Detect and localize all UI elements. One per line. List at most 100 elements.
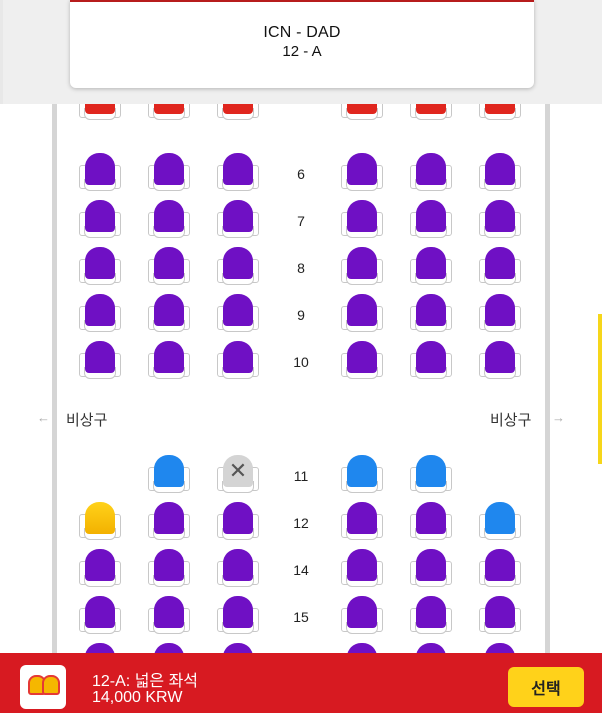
exit-label-right: 비상구 (490, 412, 532, 429)
seat-14a[interactable] (79, 549, 121, 587)
seat-7a[interactable] (79, 200, 121, 238)
seat-back (485, 341, 515, 373)
seat-11d[interactable] (341, 455, 383, 493)
seat-7e[interactable] (410, 200, 452, 238)
seat-10b[interactable] (148, 341, 190, 379)
seat-5c[interactable] (217, 104, 259, 120)
seat-14e[interactable] (410, 549, 452, 587)
seat-12f[interactable] (479, 502, 521, 540)
seat-8b[interactable] (148, 247, 190, 285)
seat-back (416, 294, 446, 326)
seat-8f[interactable] (479, 247, 521, 285)
seat-back (347, 247, 377, 279)
seat-6d[interactable] (341, 153, 383, 191)
seat-back (85, 104, 115, 114)
seat-7c[interactable] (217, 200, 259, 238)
row-number-6: 6 (297, 166, 305, 182)
seat-back (347, 200, 377, 232)
seat-15e[interactable] (410, 596, 452, 634)
seat-9a[interactable] (79, 294, 121, 332)
seat-back (85, 200, 115, 232)
close-icon: ✕ (228, 458, 248, 483)
seat-7f[interactable] (479, 200, 521, 238)
seat-5f[interactable] (479, 104, 521, 120)
seat-back (416, 502, 446, 534)
seat-10f[interactable] (479, 341, 521, 379)
seat-8c[interactable] (217, 247, 259, 285)
seat-back (347, 341, 377, 373)
seat-10c[interactable] (217, 341, 259, 379)
seat-map[interactable]: A B C D E F ← 비상구 비상구 → 67891011✕121415 (0, 104, 602, 656)
seat-back (347, 502, 377, 534)
seat-back (485, 502, 515, 534)
seat-8d[interactable] (341, 247, 383, 285)
seat-9d[interactable] (341, 294, 383, 332)
seat-5a[interactable] (79, 104, 121, 120)
scroll-indicator (598, 314, 602, 464)
seat-9f[interactable] (479, 294, 521, 332)
seat-back (223, 153, 253, 185)
seat-6e[interactable] (410, 153, 452, 191)
seat-back (416, 455, 446, 487)
seat-back (347, 294, 377, 326)
seat-15a[interactable] (79, 596, 121, 634)
seat-back (416, 104, 446, 114)
seat-back (154, 153, 184, 185)
seat-14f[interactable] (479, 549, 521, 587)
seat-12e[interactable] (410, 502, 452, 540)
seat-back (154, 294, 184, 326)
row-number-12: 12 (293, 515, 309, 531)
seat-8a[interactable] (79, 247, 121, 285)
select-button[interactable]: 선택 (508, 667, 584, 707)
seat-12d[interactable] (341, 502, 383, 540)
seat-7b[interactable] (148, 200, 190, 238)
seat-9e[interactable] (410, 294, 452, 332)
seat-back (85, 247, 115, 279)
seat-9b[interactable] (148, 294, 190, 332)
seat-back (154, 502, 184, 534)
seat-6a[interactable] (79, 153, 121, 191)
seat-11b[interactable] (148, 455, 190, 493)
seat-6f[interactable] (479, 153, 521, 191)
row-number-8: 8 (297, 260, 305, 276)
seat-15c[interactable] (217, 596, 259, 634)
seat-5d[interactable] (341, 104, 383, 120)
seat-10a[interactable] (79, 341, 121, 379)
seat-back (154, 104, 184, 114)
seat-back (154, 596, 184, 628)
seat-7d[interactable] (341, 200, 383, 238)
seat-6c[interactable] (217, 153, 259, 191)
flight-info-card: ICN - DAD 12 - A (70, 0, 534, 88)
seat-back (154, 455, 184, 487)
seat-14b[interactable] (148, 549, 190, 587)
seat-6b[interactable] (148, 153, 190, 191)
seat-back (223, 341, 253, 373)
seat-thumbnail-icon (20, 665, 66, 709)
seat-5b[interactable] (148, 104, 190, 120)
seat-10e[interactable] (410, 341, 452, 379)
seat-back (223, 549, 253, 581)
seat-15d[interactable] (341, 596, 383, 634)
seat-14d[interactable] (341, 549, 383, 587)
fuselage-left-wall (52, 104, 57, 656)
seat-back (154, 341, 184, 373)
seat-11e[interactable] (410, 455, 452, 493)
seat-5e[interactable] (410, 104, 452, 120)
seat-14c[interactable] (217, 549, 259, 587)
seat-back (416, 247, 446, 279)
seat-back (347, 549, 377, 581)
seat-back (154, 247, 184, 279)
seat-10d[interactable] (341, 341, 383, 379)
seat-9c[interactable] (217, 294, 259, 332)
seat-back (416, 153, 446, 185)
seat-12c[interactable] (217, 502, 259, 540)
seat-12a[interactable] (79, 502, 121, 540)
seat-12b[interactable] (148, 502, 190, 540)
seat-8e[interactable] (410, 247, 452, 285)
seat-15f[interactable] (479, 596, 521, 634)
seat-back (85, 294, 115, 326)
selection-title: 12-A: 넓은 좌석 (92, 673, 199, 690)
row-number-7: 7 (297, 213, 305, 229)
seat-back (223, 502, 253, 534)
seat-15b[interactable] (148, 596, 190, 634)
